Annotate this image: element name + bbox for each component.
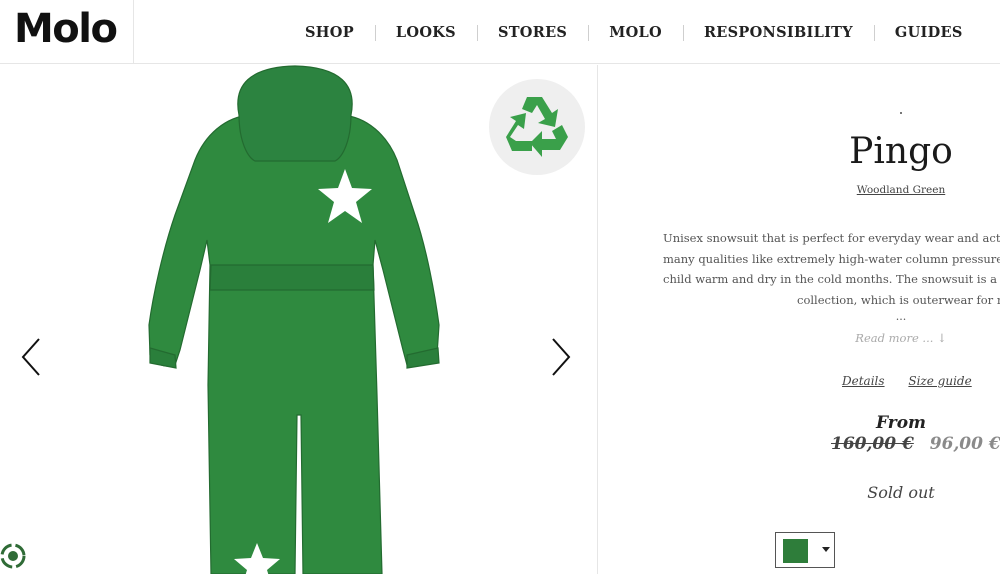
nav-stores[interactable]: STORES [476,24,588,41]
product-info: Pingo Woodland Green Unisex snowsuit tha… [599,65,1000,574]
nav-looks[interactable]: LOOKS [374,24,477,41]
chevron-left-icon[interactable] [17,335,47,379]
caret-down-icon [822,547,830,552]
sale-price: 96,00 € [929,434,1000,454]
color-select[interactable] [775,532,835,568]
recycled-badge [489,79,585,175]
product-description: Unisex snowsuit that is perfect for ever… [663,228,1000,310]
nav-responsibility[interactable]: RESPONSIBILITY [682,24,874,41]
nav-guides[interactable]: GUIDES [873,24,984,41]
product-image [148,65,440,574]
description-line: child warm and dry in the cold months. T… [663,272,1000,286]
price-from-label: From [875,413,927,433]
sustainability-icon[interactable] [0,543,26,569]
main-nav: SHOP LOOKS STORES MOLO RESPONSIBILITY GU… [284,0,984,64]
product-gallery [0,65,598,574]
info-links: Details Size guide [842,374,992,388]
logo-container[interactable]: Molo [0,0,134,64]
logo[interactable]: Molo [14,6,118,52]
price: 160,00 € 96,00 € [831,434,1000,454]
color-swatch[interactable] [783,539,808,563]
recycle-icon [506,97,568,157]
nav-shop[interactable]: SHOP [284,24,375,41]
read-more-link[interactable]: Read more ... ↓ [599,331,1000,345]
description-line: collection, which is outerwear for mo [797,292,1000,307]
description-ellipsis: ... [895,310,907,323]
availability-status: Sold out [867,483,935,502]
details-link[interactable]: Details [842,374,885,388]
site-header: Molo SHOP LOOKS STORES MOLO RESPONSIBILI… [0,0,1000,64]
description-line: many qualities like extremely high-water… [663,251,1000,266]
product-title: Pingo [849,131,953,172]
nav-molo[interactable]: MOLO [588,24,683,41]
divider-dot [900,112,902,114]
size-guide-link[interactable]: Size guide [908,374,971,388]
color-name-link[interactable]: Woodland Green [599,184,1000,196]
old-price: 160,00 € [831,434,914,454]
description-line: Unisex snowsuit that is perfect for ever… [663,231,1000,245]
chevron-right-icon[interactable] [545,335,575,379]
